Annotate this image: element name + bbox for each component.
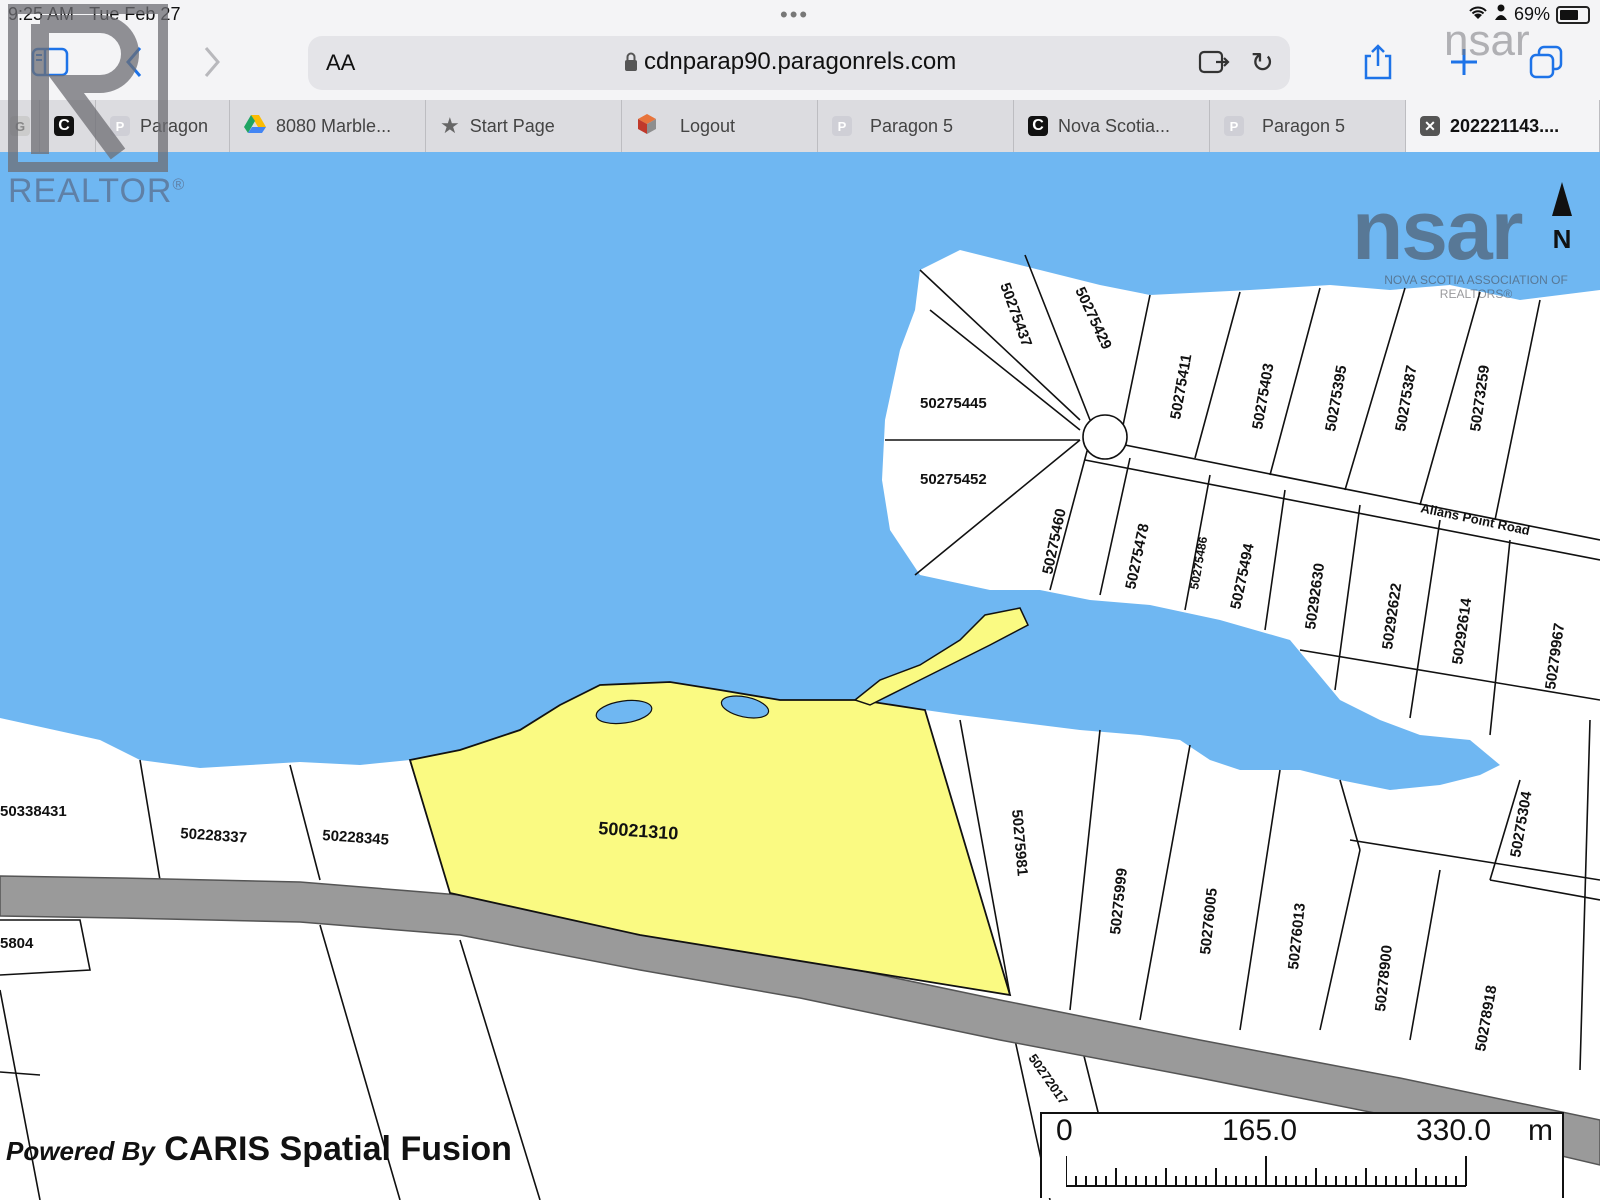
- tab-paragon-5-b[interactable]: P Paragon 5: [1210, 100, 1406, 152]
- realtor-watermark: REALTOR®: [0, 0, 186, 220]
- parcel-label: 50275429: [1071, 285, 1115, 353]
- reader-mode-icon[interactable]: [1198, 48, 1230, 81]
- parcel-label: 50292614: [1449, 596, 1475, 665]
- realtor-r-logo: [8, 4, 168, 172]
- p-favicon: P: [1224, 116, 1244, 136]
- logout-favicon: [636, 113, 658, 140]
- parcel-label: 50275411: [1167, 353, 1195, 421]
- tab-bar: G C P Paragon 8080 Marble... ★ Start Pag…: [0, 100, 1600, 153]
- scale-bar: 0 165.0 330.0 m: [1040, 1112, 1564, 1198]
- parcel-label: 50275387: [1392, 364, 1420, 433]
- forward-button-icon[interactable]: [190, 40, 234, 84]
- close-icon[interactable]: ✕: [1420, 116, 1440, 136]
- parcel-label: 50278918: [1472, 984, 1500, 1053]
- nsar-tagline: NOVA SCOTIA ASSOCIATION OF REALTORS®: [1384, 273, 1568, 301]
- parcel-map[interactable]: N Allans Point Road 50021310 50275437 50…: [0, 152, 1600, 1200]
- reload-icon[interactable]: ↻: [1251, 46, 1274, 79]
- tab-label: Paragon 5: [870, 115, 954, 136]
- realtor-wordmark: REALTOR®: [8, 172, 186, 210]
- parcel-label: 50272017: [1026, 1051, 1071, 1107]
- parcel-label: 50275486: [1187, 535, 1210, 590]
- parcel-label: 50275478: [1122, 522, 1153, 591]
- tab-8080-marble[interactable]: 8080 Marble...: [230, 100, 426, 152]
- nsar-watermark: nsar NOVA SCOTIA ASSOCIATION OF REALTORS…: [1352, 182, 1600, 301]
- tab-label: Logout: [680, 115, 736, 136]
- scale-unit: m: [1528, 1114, 1553, 1147]
- tab-overview-icon[interactable]: [1524, 40, 1568, 84]
- parcel-label: 50275437: [996, 281, 1035, 350]
- nsar-logo: nsar: [1352, 183, 1523, 277]
- nsar-small-watermark: nsar: [1444, 16, 1530, 65]
- share-icon[interactable]: [1356, 40, 1400, 84]
- scale-end: 330.0: [1416, 1114, 1492, 1147]
- scale-ticks: [1066, 1156, 1467, 1187]
- parcel-label: 50228337: [180, 825, 248, 847]
- scale-start: 0: [1056, 1114, 1073, 1147]
- parcel-label: 50275304: [1507, 789, 1535, 858]
- parcel-label: 50275403: [1249, 362, 1277, 431]
- parcel-label: 5804: [0, 935, 34, 952]
- google-drive-icon: [244, 114, 266, 139]
- tab-start-page[interactable]: ★ Start Page: [426, 100, 622, 152]
- parcel-label: 50275445: [920, 395, 987, 412]
- parcel-label: 50279967: [1542, 622, 1568, 690]
- parcel-label: 50273259: [1467, 364, 1493, 432]
- road-label: Allans Point Road: [1419, 500, 1531, 538]
- browser-toolbar: AA cdnparap90.paragonrels.com ↻: [0, 28, 1600, 100]
- parcel-label: 50292630: [1302, 562, 1328, 630]
- scale-mid: 165.0: [1222, 1114, 1298, 1147]
- tab-nova-scotia[interactable]: C Nova Scotia...: [1014, 100, 1210, 152]
- lock-icon: [624, 52, 638, 77]
- address-bar[interactable]: AA cdnparap90.paragonrels.com ↻: [308, 36, 1290, 90]
- parcel-label: 50275999: [1107, 867, 1131, 935]
- parcel-label: 50278900: [1372, 944, 1396, 1012]
- caris-credit: Powered By CARIS Spatial Fusion: [6, 1130, 512, 1168]
- parcel-label: 50292622: [1379, 582, 1405, 650]
- parcel-label: 50275460: [1039, 507, 1070, 576]
- tab-label: Nova Scotia...: [1058, 115, 1171, 136]
- reader-text-size-button[interactable]: AA: [326, 50, 355, 76]
- parcel-label: 50228345: [322, 827, 390, 849]
- status-bar: 9:25 AM Tue Feb 27 ••• 69%: [0, 0, 1600, 28]
- cul-de-sac: [1082, 414, 1128, 460]
- parcel-label: 50276013: [1285, 902, 1309, 970]
- p-favicon: P: [832, 116, 852, 136]
- tab-label: Start Page: [469, 115, 555, 136]
- url-text[interactable]: cdnparap90.paragonrels.com: [644, 48, 956, 76]
- tab-label: Paragon 5: [1262, 115, 1346, 136]
- parcel-label: 50275395: [1322, 364, 1350, 433]
- parcel-label: 50276005: [1197, 887, 1221, 955]
- parcel-label: 50275452: [920, 471, 987, 488]
- tab-active-document[interactable]: ✕ 202221143....: [1406, 100, 1600, 152]
- multitask-dots[interactable]: •••: [780, 2, 809, 28]
- parcel-label: 50275494: [1227, 541, 1258, 610]
- c-favicon: C: [1028, 116, 1048, 136]
- tab-label: 202221143....: [1450, 115, 1560, 136]
- tab-paragon-5[interactable]: P Paragon 5: [818, 100, 1014, 152]
- parcel-label: 50338431: [0, 803, 67, 820]
- parcel-label: 50275981: [1008, 809, 1031, 877]
- map-canvas: N Allans Point Road 50021310 50275437 50…: [0, 152, 1600, 1200]
- battery-icon: [1556, 5, 1590, 24]
- tab-logout[interactable]: Logout: [622, 100, 818, 152]
- star-icon: ★: [440, 113, 460, 138]
- tab-label: 8080 Marble...: [276, 115, 392, 136]
